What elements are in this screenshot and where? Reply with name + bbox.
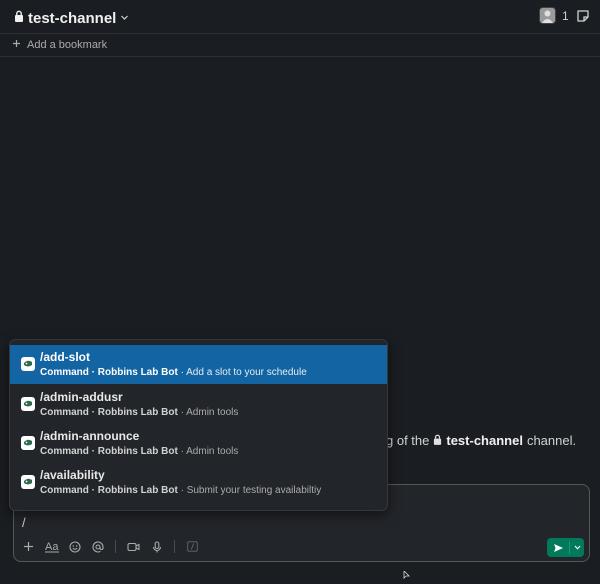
plus-icon[interactable] [20, 538, 37, 555]
toolbar-divider [115, 540, 116, 553]
avatar [539, 7, 556, 24]
send-icon [553, 543, 563, 552]
members-button[interactable]: 1 [539, 7, 569, 24]
formatting-icon[interactable]: Aa [43, 538, 60, 555]
lock-icon [14, 9, 24, 27]
member-count: 1 [562, 8, 569, 23]
canvas-icon[interactable] [576, 9, 590, 28]
slash-command-menu: /add-slot Command · Robbins Lab Bot · Ad… [9, 339, 388, 511]
send-button[interactable] [547, 543, 569, 553]
command-item[interactable]: /availability Command · Robbins Lab Bot … [10, 463, 387, 502]
composer-toolbar: Aa [20, 538, 201, 555]
channel-intro: g of the test-channel channel. [386, 433, 577, 448]
mention-icon[interactable] [89, 538, 106, 555]
mouse-cursor-icon [403, 566, 411, 584]
channel-name-button[interactable]: test-channel [14, 9, 129, 27]
plus-icon[interactable] [12, 39, 21, 51]
bookmarks-bar: Add a bookmark [0, 34, 600, 57]
command-item[interactable]: /add-slot Command · Robbins Lab Bot · Ad… [10, 345, 387, 384]
slash-command-icon[interactable] [184, 538, 201, 555]
channel-name: test-channel [28, 9, 117, 27]
video-icon[interactable] [125, 538, 142, 555]
lock-icon [433, 433, 442, 448]
chevron-down-icon [574, 545, 580, 550]
bot-app-icon [21, 475, 35, 489]
microphone-icon[interactable] [148, 538, 165, 555]
command-item[interactable]: /admin-announce Command · Robbins Lab Bo… [10, 424, 387, 463]
emoji-icon[interactable] [66, 538, 83, 555]
add-bookmark-link[interactable]: Add a bookmark [27, 39, 107, 51]
toolbar-divider [174, 540, 175, 553]
chevron-down-icon [120, 9, 129, 27]
intro-channel-name[interactable]: test-channel [446, 433, 523, 448]
bot-app-icon [21, 436, 35, 450]
send-button-group [547, 538, 584, 557]
message-input[interactable]: / [22, 515, 26, 530]
channel-header: test-channel 1 [0, 0, 600, 34]
svg-text:Aa: Aa [45, 541, 59, 553]
schedule-send-button[interactable] [570, 545, 584, 550]
bot-app-icon [21, 357, 35, 371]
command-item[interactable]: /admin-addusr Command · Robbins Lab Bot … [10, 385, 387, 424]
bot-app-icon [21, 397, 35, 411]
